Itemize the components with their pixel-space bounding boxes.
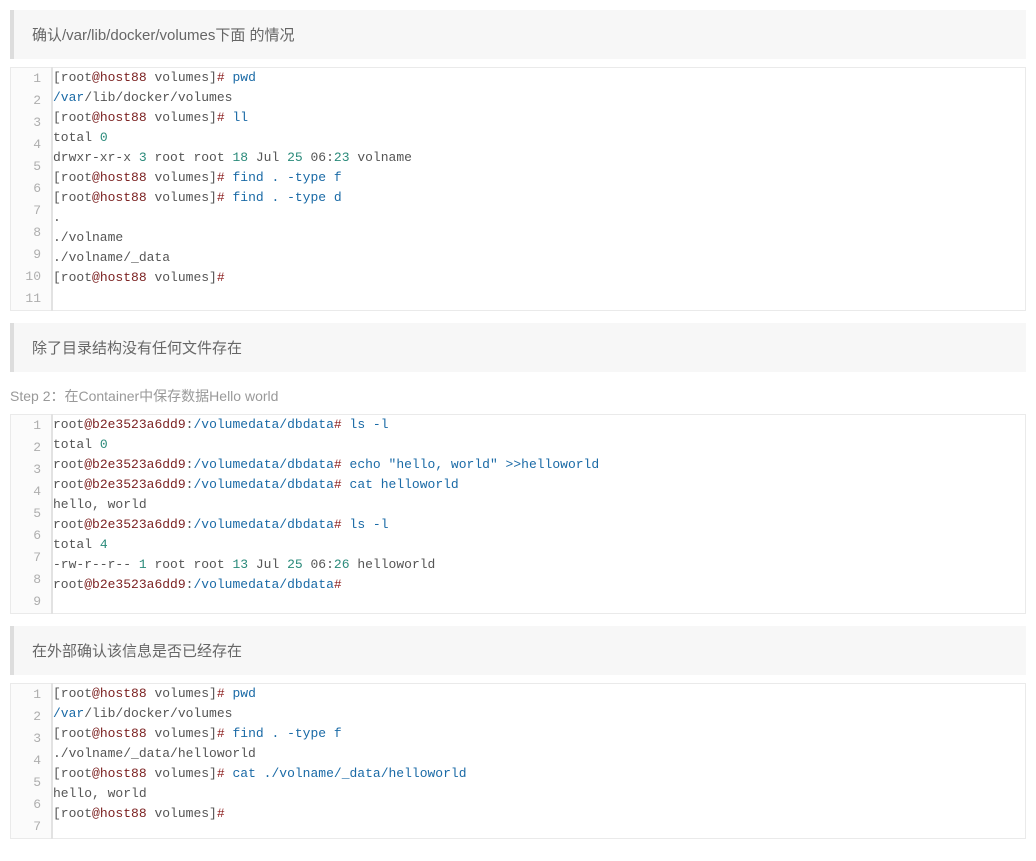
quote-block-1: 确认/var/lib/docker/volumes下面 的情况 xyxy=(10,10,1026,59)
code-line: ./volname xyxy=(53,228,1025,248)
code-block-3: 1234567 [root@host88 volumes]# pwd /var/… xyxy=(10,683,1026,839)
code-line: ./volname/_data/helloworld xyxy=(53,744,1025,764)
code-content: root@b2e3523a6dd9:/volumedata/dbdata# ls… xyxy=(52,415,1026,614)
code-line: total 0 xyxy=(53,128,1025,148)
code-line: [root@host88 volumes]# xyxy=(53,268,1025,288)
quote-block-3: 在外部确认该信息是否已经存在 xyxy=(10,626,1026,675)
code-line: root@b2e3523a6dd9:/volumedata/dbdata# ls… xyxy=(53,515,1025,535)
code-line: hello, world xyxy=(53,495,1025,515)
code-line: [root@host88 volumes]# find . -type f xyxy=(53,724,1025,744)
code-content: [root@host88 volumes]# pwd /var/lib/dock… xyxy=(52,684,1026,839)
code-line: drwxr-xr-x 3 root root 18 Jul 25 06:23 v… xyxy=(53,148,1025,168)
quote-text: 在外部确认该信息是否已经存在 xyxy=(32,643,242,660)
code-block-1: 1234567891011 [root@host88 volumes]# pwd… xyxy=(10,67,1026,311)
code-line: root@b2e3523a6dd9:/volumedata/dbdata# ls… xyxy=(53,415,1025,435)
code-line: hello, world xyxy=(53,784,1025,804)
line-gutter: 1234567 xyxy=(11,684,53,839)
code-line: /var/lib/docker/volumes xyxy=(53,704,1025,724)
code-line: . xyxy=(53,208,1025,228)
code-line: [root@host88 volumes]# pwd xyxy=(53,68,1025,88)
step-title: Step 2：在Container中保存数据Hello world xyxy=(10,386,1026,406)
code-line: [root@host88 volumes]# cat ./volname/_da… xyxy=(53,764,1025,784)
code-line: /var/lib/docker/volumes xyxy=(53,88,1025,108)
code-line: [root@host88 volumes]# ll xyxy=(53,108,1025,128)
code-line: [root@host88 volumes]# find . -type d xyxy=(53,188,1025,208)
code-line: root@b2e3523a6dd9:/volumedata/dbdata# ca… xyxy=(53,475,1025,495)
quote-text: 确认/var/lib/docker/volumes下面 的情况 xyxy=(32,27,295,44)
code-content: [root@host88 volumes]# pwd /var/lib/dock… xyxy=(52,68,1026,311)
code-line: root@b2e3523a6dd9:/volumedata/dbdata# xyxy=(53,575,1025,595)
line-gutter: 1234567891011 xyxy=(11,68,53,311)
code-line: root@b2e3523a6dd9:/volumedata/dbdata# ec… xyxy=(53,455,1025,475)
code-line: -rw-r--r-- 1 root root 13 Jul 25 06:26 h… xyxy=(53,555,1025,575)
quote-block-2: 除了目录结构没有任何文件存在 xyxy=(10,323,1026,372)
quote-text: 除了目录结构没有任何文件存在 xyxy=(32,340,242,357)
code-block-2: 123456789 root@b2e3523a6dd9:/volumedata/… xyxy=(10,414,1026,614)
code-line: [root@host88 volumes]# pwd xyxy=(53,684,1025,704)
code-line: total 0 xyxy=(53,435,1025,455)
code-line: [root@host88 volumes]# xyxy=(53,804,1025,824)
code-line: ./volname/_data xyxy=(53,248,1025,268)
code-line: [root@host88 volumes]# find . -type f xyxy=(53,168,1025,188)
line-gutter: 123456789 xyxy=(11,415,53,614)
code-line: total 4 xyxy=(53,535,1025,555)
